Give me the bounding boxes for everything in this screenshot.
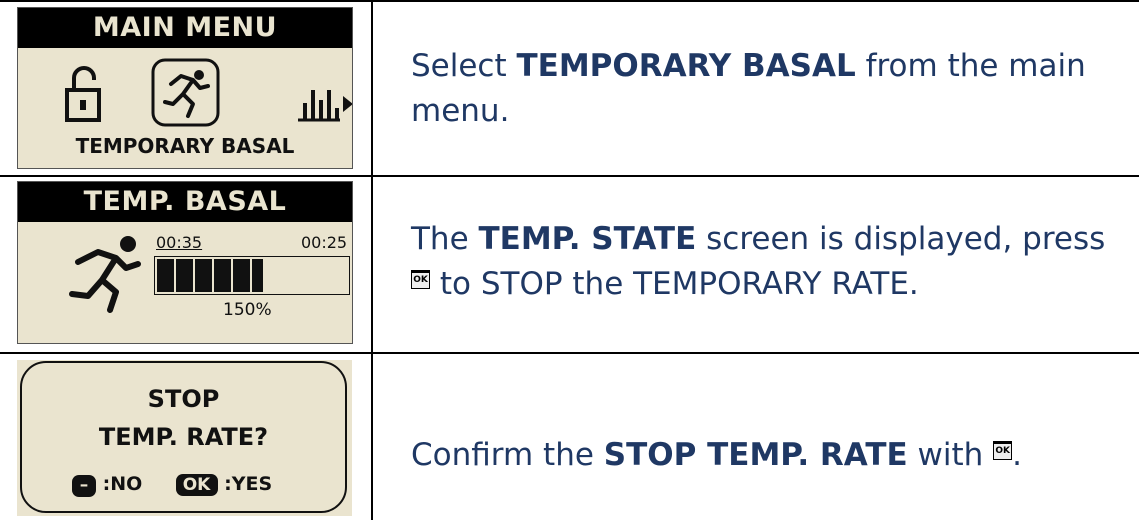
instruction-step-3: Confirm the STOP TEMP. RATE with OK. bbox=[411, 437, 1023, 473]
bar-chart-icon bbox=[298, 90, 340, 122]
arrow-right-icon bbox=[343, 96, 352, 112]
lcd-footer: TEMPORARY BASAL bbox=[75, 134, 295, 158]
confirm-dialog: STOP TEMP. RATE? – :NO OK :YES bbox=[20, 361, 347, 513]
ok-button-icon: OK bbox=[411, 270, 430, 289]
no-label: :NO bbox=[102, 473, 143, 495]
instruction-table: MAIN MENU TEMPORARY BASAL Select TEMPORA… bbox=[0, 0, 1139, 520]
lcd-temp-basal: TEMP. BASAL 00:35 00:25 150% bbox=[17, 181, 353, 344]
minus-key-icon: – bbox=[72, 475, 96, 497]
row-divider bbox=[0, 175, 1139, 177]
main-menu-icons bbox=[65, 58, 352, 127]
elapsed-time: 00:35 bbox=[156, 233, 203, 252]
table-border-top bbox=[0, 0, 1139, 2]
yes-label: :YES bbox=[224, 473, 273, 495]
instruction-step-2: The TEMP. STATE screen is displayed, pre… bbox=[411, 221, 1106, 302]
lcd-title: TEMP. BASAL bbox=[18, 182, 352, 222]
ok-key-icon: OK bbox=[175, 474, 218, 496]
rate-percent: 150% bbox=[223, 300, 272, 320]
running-man-icon bbox=[69, 236, 141, 313]
column-divider bbox=[371, 0, 373, 520]
confirm-line-2: TEMP. RATE? bbox=[98, 423, 269, 451]
lcd-main-menu: MAIN MENU TEMPORARY BASAL bbox=[17, 7, 353, 169]
running-man-icon bbox=[151, 58, 220, 127]
ok-button-icon: OK bbox=[993, 441, 1013, 460]
row-divider bbox=[0, 352, 1139, 354]
lcd-title: MAIN MENU bbox=[18, 8, 352, 48]
remaining-time: 00:25 bbox=[301, 233, 348, 252]
progress-fill bbox=[157, 259, 263, 292]
progress-bar bbox=[154, 256, 350, 295]
confirm-line-1: STOP bbox=[147, 385, 220, 413]
confirm-options: – :NO OK :YES bbox=[72, 473, 272, 497]
lock-icon bbox=[65, 66, 101, 122]
instruction-step-1: Select TEMPORARY BASAL from the main men… bbox=[411, 48, 1086, 129]
